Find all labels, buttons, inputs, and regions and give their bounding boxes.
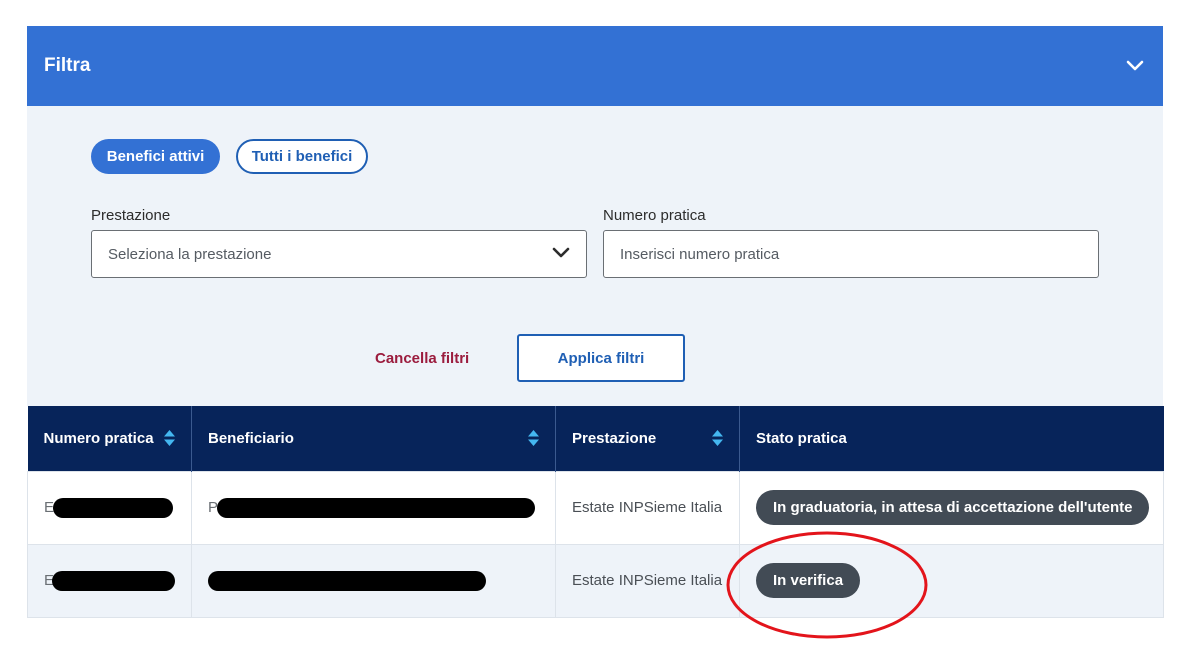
stato-cell: In verifica <box>739 543 1164 618</box>
column-header-beneficiario[interactable]: Beneficiario <box>191 406 556 471</box>
redaction-bar <box>217 497 535 518</box>
table-row[interactable]: E Estate INPSieme Italia In verifica <box>27 543 1164 618</box>
numero-cell: E <box>27 543 192 618</box>
apply-filters-button[interactable]: Applica filtri <box>517 334 685 382</box>
column-header-numero[interactable]: Numero pratica <box>27 406 192 471</box>
column-header-label: Beneficiario <box>208 429 294 447</box>
table-row[interactable]: E P Estate INPSieme Italia In graduatori… <box>27 470 1164 545</box>
column-header-label: Prestazione <box>572 429 657 447</box>
cancel-filters-link[interactable]: Cancella filtri <box>375 350 469 367</box>
prestazione-select[interactable]: Seleziona la prestazione <box>91 230 587 278</box>
redaction-bar <box>53 497 173 518</box>
prestazione-label: Prestazione <box>91 207 171 224</box>
chevron-down-icon <box>552 246 570 263</box>
numero-pratica-label: Numero pratica <box>603 207 706 224</box>
column-header-label: Numero pratica <box>43 429 154 447</box>
results-table: Numero pratica Beneficiario Prestazione <box>27 406 1164 618</box>
column-header-prestazione[interactable]: Prestazione <box>555 406 740 471</box>
filter-panel: Filtra Benefici attivi Tutti i benefici … <box>27 26 1163 406</box>
prestazione-cell: Estate INPSieme Italia <box>555 470 740 545</box>
table-header-row: Numero pratica Beneficiario Prestazione <box>27 406 1164 471</box>
filter-header[interactable]: Filtra <box>27 26 1163 106</box>
sort-icon[interactable] <box>164 430 175 447</box>
column-header-stato: Stato pratica <box>740 406 1164 471</box>
numero-pratica-input[interactable] <box>620 245 1082 263</box>
redaction-bar <box>208 570 486 591</box>
stato-cell: In graduatoria, in attesa di accettazion… <box>739 470 1164 545</box>
column-header-label: Stato pratica <box>756 429 847 447</box>
prestazione-select-value: Seleziona la prestazione <box>108 245 272 263</box>
numero-cell: E <box>27 470 192 545</box>
filter-title: Filtra <box>44 55 91 76</box>
benefici-attivi-button[interactable]: Benefici attivi <box>91 139 220 174</box>
status-badge: In verifica <box>756 563 861 598</box>
prestazione-cell: Estate INPSieme Italia <box>555 543 740 618</box>
status-badge: In graduatoria, in attesa di accettazion… <box>756 490 1150 525</box>
redaction-bar <box>52 570 175 591</box>
collapse-chevron-icon[interactable] <box>1123 54 1147 78</box>
sort-icon[interactable] <box>712 430 723 447</box>
numero-pratica-field <box>603 230 1099 278</box>
beneficiario-cell <box>191 543 556 618</box>
tutti-i-benefici-button[interactable]: Tutti i benefici <box>236 139 368 174</box>
sort-icon[interactable] <box>528 430 539 447</box>
beneficiario-cell: P <box>191 470 556 545</box>
